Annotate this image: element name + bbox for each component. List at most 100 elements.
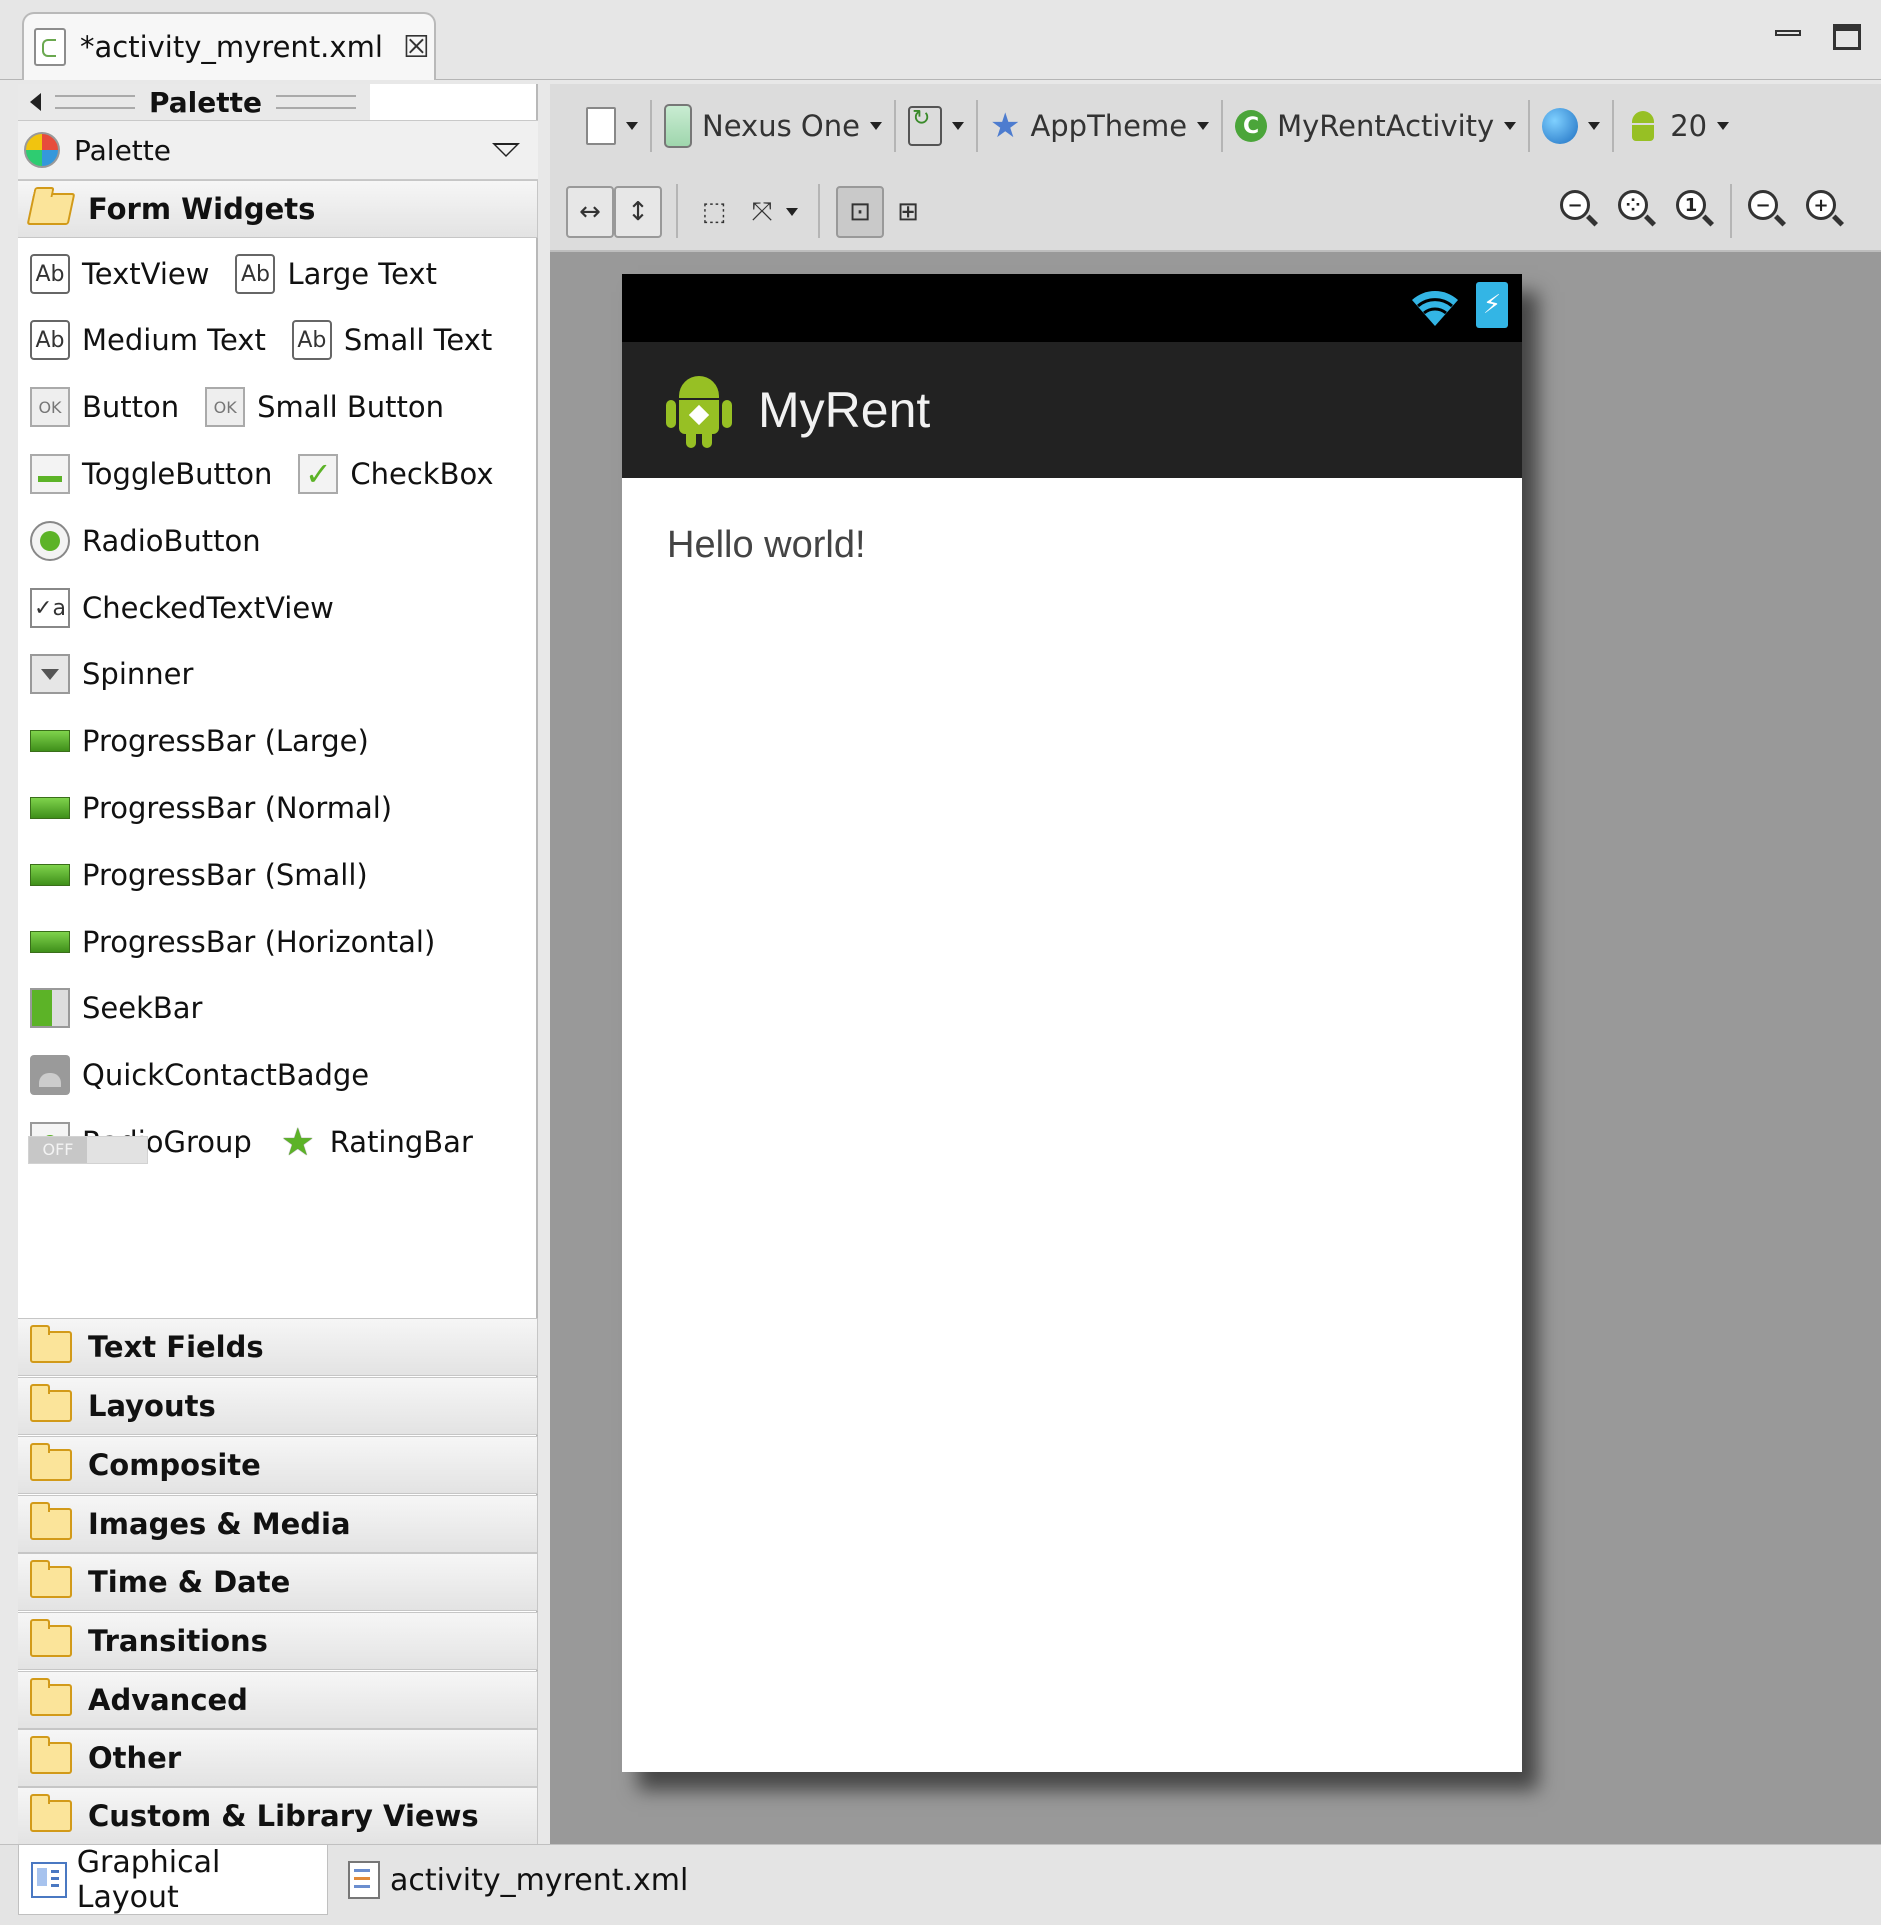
widget-spinner[interactable]: Spinner [30, 654, 193, 694]
widget-small-text[interactable]: Ab Small Text [291, 320, 492, 360]
widget-quickcontactbadge[interactable]: QuickContactBadge [30, 1055, 369, 1095]
widget-large-text[interactable]: Ab Large Text [235, 254, 437, 294]
api-level-selector[interactable]: 20 [1614, 109, 1741, 143]
category-layouts[interactable]: Layouts [18, 1377, 538, 1435]
device-label: Nexus One [702, 109, 860, 143]
category-transitions[interactable]: Transitions [18, 1612, 538, 1670]
palette-mode-dropdown[interactable]: Palette [18, 120, 538, 180]
widget-small-button[interactable]: OK Small Button [205, 387, 444, 427]
zoom-in-button[interactable]: + [1804, 188, 1848, 232]
device-selector[interactable]: Nexus One [652, 104, 894, 148]
widget-row: ✓a CheckedTextView [30, 582, 346, 634]
toggle-fill-width-button[interactable]: ↔ [566, 186, 614, 238]
layout-file-icon [586, 107, 616, 145]
widget-label: Spinner [82, 657, 194, 691]
device-preview[interactable]: ⚡ MyRent Hello world! [622, 274, 1522, 1772]
gravity-button[interactable]: ⤧ [738, 186, 786, 238]
config-chooser-button[interactable] [574, 107, 650, 145]
minimize-icon[interactable] [1775, 22, 1805, 50]
widget-row: ProgressBar (Large) [30, 715, 381, 767]
checked-textview-icon: ✓a [30, 588, 70, 628]
widget-seekbar[interactable]: SeekBar [30, 988, 202, 1028]
category-text-fields[interactable]: Text Fields [18, 1318, 538, 1376]
zoom-out-button[interactable]: − [1746, 188, 1790, 232]
dropdown-arrow-icon [1717, 122, 1730, 130]
margins-button[interactable]: ⬚ [690, 186, 738, 238]
zoom-handle-icon [1701, 214, 1715, 227]
zoom-handle-icon [1585, 214, 1599, 227]
dropdown-arrow-icon [951, 122, 964, 130]
maximize-icon[interactable] [1833, 22, 1863, 50]
widget-label: ProgressBar (Small) [82, 858, 368, 892]
category-images-media[interactable]: Images & Media [18, 1495, 538, 1553]
widget-progressbar-small[interactable]: ProgressBar (Small) [30, 858, 368, 892]
collapse-left-icon[interactable] [30, 93, 41, 111]
tab-xml-source[interactable]: activity_myrent.xml [336, 1845, 700, 1915]
category-advanced[interactable]: Advanced [18, 1671, 538, 1729]
widget-progressbar-large[interactable]: ProgressBar (Large) [30, 724, 369, 758]
folder-icon [30, 1736, 72, 1774]
widget-progressbar-horizontal[interactable]: ProgressBar (Horizontal) [30, 925, 435, 959]
widget-row: Ab TextView Ab Large Text [30, 248, 449, 300]
app-action-bar: MyRent [622, 342, 1522, 478]
textview-icon: Ab [235, 254, 276, 294]
dropdown-arrow-icon [626, 122, 638, 130]
zoom-handle-icon [1773, 214, 1787, 227]
star-icon: ★ [280, 1120, 315, 1164]
widget-button[interactable]: OK Button [30, 387, 179, 427]
palette-panel: Palette Palette Form Widgets Ab TextView … [18, 84, 538, 1845]
dropdown-arrow-icon[interactable] [492, 143, 520, 157]
activity-label: MyRentActivity [1277, 109, 1495, 143]
zoom-in-icon: + [1806, 190, 1836, 220]
widget-progressbar-normal[interactable]: ProgressBar (Normal) [30, 791, 392, 825]
close-tab-icon[interactable]: ☒ [403, 30, 430, 65]
folder-icon [30, 1619, 72, 1657]
widget-row: Spinner [30, 648, 205, 700]
hello-world-textview[interactable]: Hello world! [667, 524, 866, 567]
dropdown-arrow-icon[interactable] [786, 208, 798, 216]
zoom-actual-size-button[interactable]: 1 [1674, 188, 1718, 232]
zoom-to-fit-button[interactable]: ⁘ [1616, 188, 1660, 232]
widget-togglebutton[interactable]: ToggleButton [30, 454, 272, 494]
dropdown-arrow-icon [1197, 122, 1210, 130]
textview-icon: Ab [291, 320, 332, 360]
phone-icon [664, 104, 692, 148]
category-label: Text Fields [88, 1330, 264, 1364]
widget-row: ProgressBar (Normal) [30, 782, 404, 834]
layout-editor: Nexus One ★ AppTheme C MyRentActivity 20 ↔… [550, 84, 1881, 1844]
category-composite[interactable]: Composite [18, 1436, 538, 1494]
progress-bar-icon [30, 797, 70, 819]
activity-selector[interactable]: C MyRentActivity [1223, 109, 1528, 143]
clear-weights-button[interactable]: ⊞ [884, 186, 932, 238]
star-icon: ★ [989, 106, 1021, 146]
category-form-widgets[interactable]: Form Widgets [18, 180, 538, 238]
dropdown-arrow-icon [1504, 122, 1517, 130]
layout-weight-button[interactable]: ⊡ [836, 186, 884, 238]
drag-grip-icon[interactable] [276, 95, 357, 109]
toggle-fill-height-button[interactable]: ↕ [614, 186, 662, 238]
zoom-real-size-icon: − [1560, 190, 1590, 220]
category-time-date[interactable]: Time & Date [18, 1553, 538, 1611]
button-icon: OK [30, 387, 70, 427]
widget-radiobutton[interactable]: RadioButton [30, 521, 261, 561]
locale-selector[interactable] [1530, 108, 1612, 144]
orientation-selector[interactable] [896, 106, 976, 146]
globe-icon [1542, 108, 1579, 144]
widget-checkedtextview[interactable]: ✓a CheckedTextView [30, 588, 334, 628]
drag-grip-icon[interactable] [55, 95, 135, 109]
folder-icon [30, 1678, 72, 1716]
radio-button-icon [30, 521, 70, 561]
tab-graphical-layout[interactable]: Graphical Layout [18, 1845, 328, 1915]
theme-selector[interactable]: ★ AppTheme [978, 106, 1221, 146]
category-other[interactable]: Other [18, 1729, 538, 1787]
folder-icon [30, 1502, 72, 1540]
widget-textview[interactable]: Ab TextView [30, 254, 209, 294]
widget-checkbox[interactable]: ✓ CheckBox [298, 454, 494, 494]
category-custom-library-views[interactable]: Custom & Library Views [18, 1787, 538, 1845]
widget-medium-text[interactable]: Ab Medium Text [30, 320, 266, 360]
widget-ratingbar[interactable]: ★ RatingBar [278, 1120, 473, 1164]
widget-label: TextView [82, 257, 210, 291]
widget-switch[interactable]: OFF [28, 1136, 148, 1164]
editor-tab-activity-myrent[interactable]: *activity_myrent.xml ☒ [22, 12, 436, 80]
zoom-emulate-real-size-button[interactable]: − [1558, 188, 1602, 232]
